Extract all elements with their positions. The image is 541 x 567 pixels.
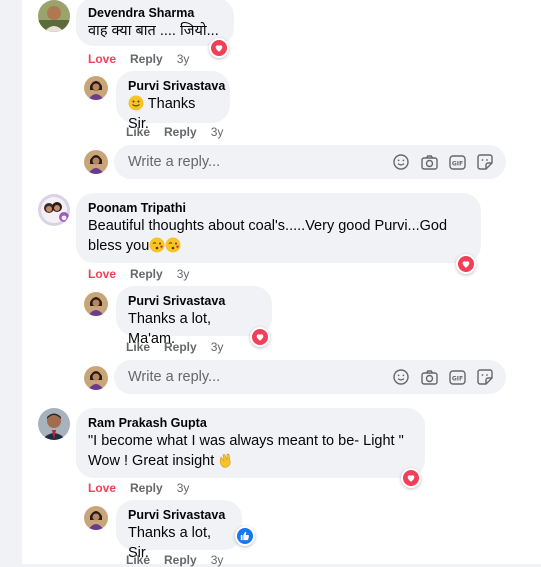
comment-actions: Love Reply 3y: [88, 267, 203, 281]
write-reply-input[interactable]: [126, 153, 392, 171]
photo-button[interactable]: [420, 368, 438, 386]
love-button[interactable]: Love: [88, 267, 116, 281]
like-button[interactable]: Like: [126, 340, 150, 354]
emoji-button[interactable]: [392, 368, 410, 386]
svg-text:GIF: GIF: [451, 160, 462, 167]
reply-actions: Like Reply 3y: [126, 125, 237, 139]
reply-author[interactable]: Purvi Srivastava: [128, 78, 225, 94]
love-reaction-badge[interactable]: [456, 254, 476, 274]
comment-author[interactable]: Devendra Sharma: [88, 5, 222, 21]
timestamp[interactable]: 3y: [211, 340, 224, 354]
like-button[interactable]: Like: [126, 553, 150, 567]
love-reaction-badge[interactable]: [250, 327, 270, 347]
sticker-button[interactable]: [476, 368, 494, 386]
avatar-purvi-srivastava[interactable]: [84, 506, 108, 530]
write-reply-box[interactable]: GIF: [114, 360, 506, 394]
timestamp[interactable]: 3y: [177, 267, 190, 281]
comment-text-line-2: bless you: [88, 238, 150, 254]
love-button[interactable]: Love: [88, 481, 116, 495]
reply-button[interactable]: Reply: [164, 340, 197, 354]
camera-icon: [420, 369, 438, 385]
current-user-avatar: [84, 366, 108, 390]
timestamp[interactable]: 3y: [177, 52, 190, 66]
write-reply-box[interactable]: GIF: [114, 145, 506, 179]
love-button[interactable]: Love: [88, 52, 116, 66]
timestamp[interactable]: 3y: [211, 125, 224, 139]
svg-text:GIF: GIF: [451, 375, 462, 382]
like-reaction-badge[interactable]: [235, 526, 255, 546]
comment-actions: Love Reply 3y: [88, 52, 203, 66]
comments-panel: Devendra Sharma वाह क्या बात .... जियो..…: [22, 0, 541, 567]
comment-text: वाह क्या बात .... जियो...: [88, 23, 219, 39]
smiley-icon: [393, 154, 409, 170]
reply-button[interactable]: Reply: [130, 267, 163, 281]
current-user-avatar: [84, 150, 108, 174]
clapping-hands-emoji: [220, 453, 231, 468]
sticker-button[interactable]: [476, 153, 494, 171]
timestamp[interactable]: 3y: [177, 481, 190, 495]
sticker-icon: [477, 154, 493, 170]
heart-icon: [462, 261, 470, 268]
heart-icon: [256, 334, 264, 341]
avatar-purvi-srivastava[interactable]: [84, 76, 108, 100]
comment-bubble: Ram Prakash Gupta "I become what I was a…: [76, 408, 425, 478]
reply-button[interactable]: Reply: [130, 52, 163, 66]
gif-button[interactable]: GIF: [448, 153, 466, 171]
comment-bubble: Devendra Sharma वाह क्या बात .... जियो..…: [76, 0, 234, 46]
reply-bubble: Purvi Srivastava Thanks a lot, Sir.: [116, 500, 242, 561]
comment-text-line-1: "I become what I was always meant to be-…: [88, 433, 404, 449]
comment-bubble: Poonam Tripathi Beautiful thoughts about…: [76, 193, 481, 263]
comment-actions: Love Reply 3y: [88, 481, 203, 495]
love-reaction-badge[interactable]: [401, 468, 421, 488]
reply-bubble: Purvi Srivastava Thanks Sir.: [116, 71, 230, 132]
avatar-poonam-tripathi[interactable]: ●: [38, 194, 70, 226]
kissing-face-emoji: [149, 237, 165, 253]
comment-text-row: Wow ! Great insight: [88, 451, 413, 471]
avatar-devendra-sharma[interactable]: [38, 0, 70, 32]
smiling-face-emoji: [128, 95, 144, 111]
avatar-purvi-srivastava[interactable]: [84, 292, 108, 316]
reply-button[interactable]: Reply: [164, 553, 197, 567]
photo-button[interactable]: [420, 153, 438, 171]
svg-text:●: ●: [61, 215, 66, 222]
reply-button[interactable]: Reply: [164, 125, 197, 139]
reply-author[interactable]: Purvi Srivastava: [128, 507, 230, 523]
heart-icon: [215, 45, 223, 52]
comment-text-row: bless you: [88, 236, 469, 256]
camera-icon: [420, 154, 438, 170]
smiley-icon: [393, 369, 409, 385]
reply-author[interactable]: Purvi Srivastava: [128, 293, 260, 309]
write-reply-input[interactable]: [126, 368, 392, 386]
thumbs-up-icon: [240, 531, 249, 541]
reply-button[interactable]: Reply: [130, 481, 163, 495]
reply-actions: Like Reply 3y: [126, 340, 237, 354]
sticker-icon: [477, 369, 493, 385]
kissing-face-emoji: [165, 237, 181, 253]
comment-author[interactable]: Ram Prakash Gupta: [88, 415, 413, 431]
timestamp[interactable]: 3y: [211, 553, 224, 567]
emoji-button[interactable]: [392, 153, 410, 171]
avatar-ram-prakash-gupta[interactable]: [38, 408, 70, 440]
reply-actions: Like Reply 3y: [126, 553, 237, 567]
gif-icon: GIF: [448, 154, 466, 170]
like-button[interactable]: Like: [126, 125, 150, 139]
heart-icon: [407, 475, 415, 482]
gif-button[interactable]: GIF: [448, 368, 466, 386]
gif-icon: GIF: [448, 369, 466, 385]
comment-author[interactable]: Poonam Tripathi: [88, 200, 469, 216]
love-reaction-badge[interactable]: [209, 38, 229, 58]
reply-bubble: Purvi Srivastava Thanks a lot, Ma'am.: [116, 286, 272, 347]
comment-text-line-1: Beautiful thoughts about coal's.....Very…: [88, 218, 448, 234]
comment-text-line-2: Wow ! Great insight: [88, 453, 215, 469]
